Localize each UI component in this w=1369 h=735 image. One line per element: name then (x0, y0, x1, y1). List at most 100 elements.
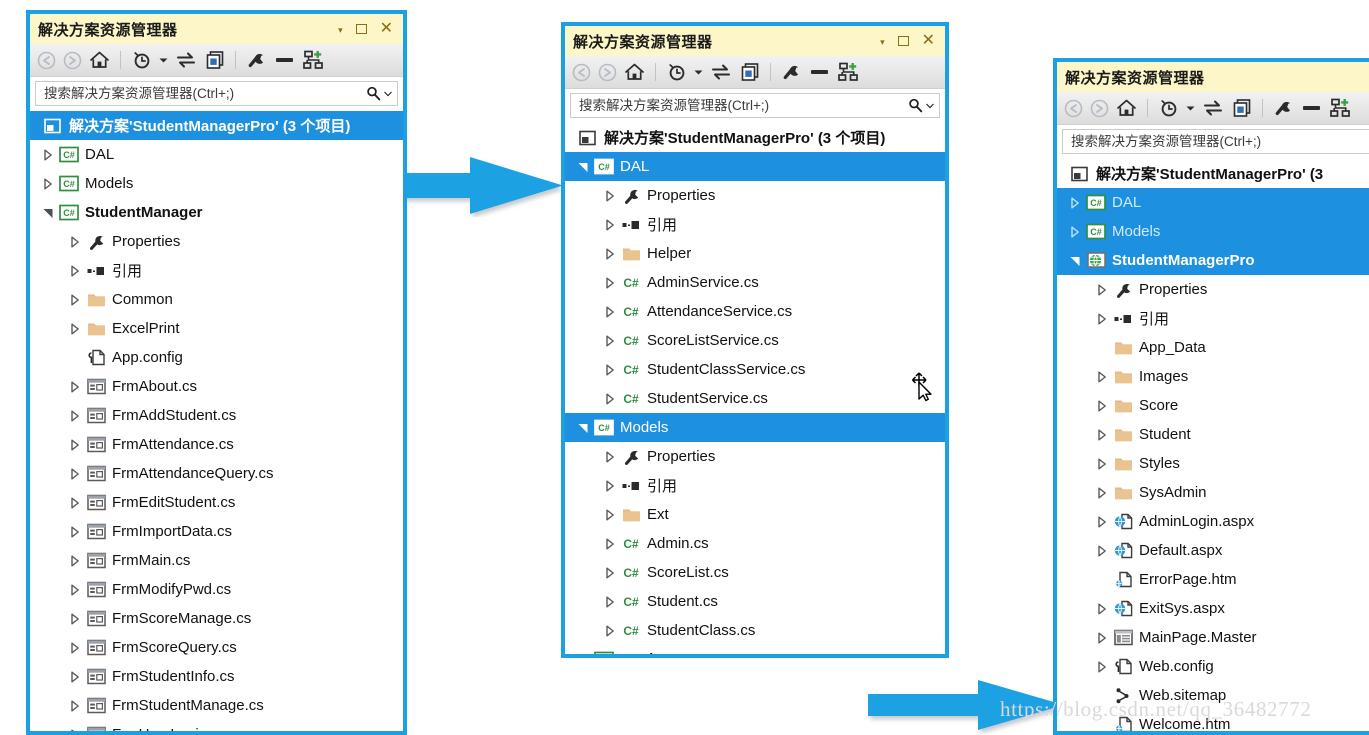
tree-node[interactable]: C# StudentClassService.cs (565, 355, 945, 384)
tree-node[interactable]: FrmAttendance.cs (30, 430, 403, 459)
properties-icon[interactable] (1273, 97, 1294, 119)
expand-expander-icon[interactable] (1065, 197, 1085, 209)
tree-node[interactable]: C# Models (565, 413, 945, 442)
search-box[interactable] (35, 81, 398, 106)
tree-node[interactable]: Properties (565, 442, 945, 471)
solution-root-node[interactable]: 解决方案'StudentManagerPro' (3 (1057, 159, 1369, 188)
tree-node[interactable]: Properties (565, 181, 945, 210)
tree-node[interactable]: C# StudentManager (565, 645, 945, 655)
back-icon[interactable] (1064, 97, 1083, 119)
dropdown-arrow-icon[interactable] (1186, 97, 1195, 119)
expand-expander-icon[interactable] (600, 364, 620, 376)
search-box[interactable] (570, 93, 940, 118)
tree-node[interactable]: Properties (30, 227, 403, 256)
tree-node[interactable]: FrmScoreQuery.cs (30, 633, 403, 662)
expand-expander-icon[interactable] (65, 526, 85, 538)
solution-explorer-panel-2[interactable]: 解决方案资源管理器 ▾ ✕ 搜索解决方案资源管理器(Ctrl+;) 解决方案'S… (561, 22, 949, 658)
back-icon[interactable] (37, 49, 56, 71)
tree-node[interactable]: C# Models (30, 169, 403, 198)
home-icon[interactable] (1116, 97, 1137, 119)
expand-expander-icon[interactable] (65, 410, 85, 422)
tree-node[interactable]: FrmAttendanceQuery.cs (30, 459, 403, 488)
refresh-icon[interactable] (204, 49, 225, 71)
tree-node[interactable]: Ext (565, 500, 945, 529)
pending-changes-icon[interactable] (131, 49, 152, 71)
expand-expander-icon[interactable] (65, 497, 85, 509)
window-close-icon[interactable]: ✕ (380, 21, 393, 37)
tree-node[interactable]: FrmMain.cs (30, 546, 403, 575)
back-icon[interactable] (572, 61, 591, 83)
expand-expander-icon[interactable] (600, 393, 620, 405)
tree-node[interactable]: C# StudentService.cs (565, 384, 945, 413)
expand-expander-icon[interactable] (1092, 487, 1112, 499)
tree-node[interactable]: 引用 (565, 210, 945, 239)
collapse-expander-icon[interactable] (573, 422, 593, 434)
refresh-icon[interactable] (1231, 97, 1252, 119)
dropdown-arrow-icon[interactable] (159, 49, 168, 71)
expand-expander-icon[interactable] (38, 178, 58, 190)
expand-expander-icon[interactable] (65, 381, 85, 393)
solution-explorer-panel-3[interactable]: 解决方案资源管理器 搜索解决方案资源管理器(Ctrl+;) 解决方案'Stude… (1053, 58, 1369, 735)
expand-expander-icon[interactable] (1092, 661, 1112, 673)
expand-expander-icon[interactable] (1092, 400, 1112, 412)
search-icon[interactable] (366, 86, 392, 101)
expand-expander-icon[interactable] (1092, 516, 1112, 528)
expand-expander-icon[interactable] (600, 190, 620, 202)
expand-expander-icon[interactable] (38, 149, 58, 161)
show-all-files-icon[interactable] (838, 61, 861, 83)
expand-expander-icon[interactable] (65, 584, 85, 596)
expand-expander-icon[interactable] (600, 451, 620, 463)
expand-expander-icon[interactable] (65, 265, 85, 277)
tree-node[interactable]: C# AdminService.cs (565, 268, 945, 297)
window-close-icon[interactable]: ✕ (922, 33, 935, 49)
collapse-all-icon[interactable] (809, 61, 831, 83)
tree-node[interactable]: 引用 (30, 256, 403, 285)
expand-expander-icon[interactable] (573, 654, 593, 655)
tree-node[interactable]: Default.aspx (1057, 536, 1369, 565)
tree-node[interactable]: FrmAddStudent.cs (30, 401, 403, 430)
expand-expander-icon[interactable] (65, 439, 85, 451)
tree-node[interactable]: C# Student.cs (565, 587, 945, 616)
tree-node[interactable]: C# ScoreList.cs (565, 558, 945, 587)
forward-icon[interactable] (1090, 97, 1109, 119)
tree-node[interactable]: C# DAL (565, 152, 945, 181)
collapse-all-icon[interactable] (274, 49, 296, 71)
tree-node[interactable]: Student (1057, 420, 1369, 449)
tree-node[interactable]: ExitSys.aspx (1057, 594, 1369, 623)
expand-expander-icon[interactable] (65, 236, 85, 248)
expand-expander-icon[interactable] (65, 323, 85, 335)
expand-expander-icon[interactable] (1092, 313, 1112, 325)
tree-node[interactable]: Common (30, 285, 403, 314)
home-icon[interactable] (624, 61, 645, 83)
expand-expander-icon[interactable] (600, 567, 620, 579)
search-input[interactable] (1069, 133, 1369, 150)
tree-node[interactable]: 引用 (1057, 304, 1369, 333)
search-input[interactable] (42, 85, 366, 102)
expand-expander-icon[interactable] (65, 613, 85, 625)
tree-node[interactable]: C# ScoreListService.cs (565, 326, 945, 355)
expand-expander-icon[interactable] (65, 555, 85, 567)
window-dropdown-icon[interactable]: ▾ (338, 25, 343, 35)
expand-expander-icon[interactable] (600, 306, 620, 318)
tree-node[interactable]: FrmModifyPwd.cs (30, 575, 403, 604)
expand-expander-icon[interactable] (1092, 458, 1112, 470)
expand-expander-icon[interactable] (600, 277, 620, 289)
tree-node[interactable]: AdminLogin.aspx (1057, 507, 1369, 536)
tree-node[interactable]: ErrorPage.htm (1057, 565, 1369, 594)
solution-explorer-panel-1[interactable]: 解决方案资源管理器 ▾ ✕ 搜索解决方案资源管理器(Ctrl+;) 解决方案'S… (26, 10, 407, 735)
expand-expander-icon[interactable] (1092, 429, 1112, 441)
collapse-expander-icon[interactable] (1065, 255, 1085, 267)
solution-tree-1[interactable]: 解决方案'StudentManagerPro' (3 个项目) C# DAL C# M… (30, 110, 403, 731)
tree-node[interactable]: FrmUserLogin.cs (30, 720, 403, 731)
expand-expander-icon[interactable] (600, 596, 620, 608)
expand-expander-icon[interactable] (65, 468, 85, 480)
tree-node[interactable]: StudentManagerPro (1057, 246, 1369, 275)
tree-node[interactable]: Web.config (1057, 652, 1369, 681)
tree-node[interactable]: FrmImportData.cs (30, 517, 403, 546)
expand-expander-icon[interactable] (600, 248, 620, 260)
search-icon[interactable] (908, 98, 934, 113)
expand-expander-icon[interactable] (65, 294, 85, 306)
sync-with-active-document-icon[interactable] (1202, 97, 1224, 119)
properties-icon[interactable] (246, 49, 267, 71)
tree-node[interactable]: Helper (565, 239, 945, 268)
